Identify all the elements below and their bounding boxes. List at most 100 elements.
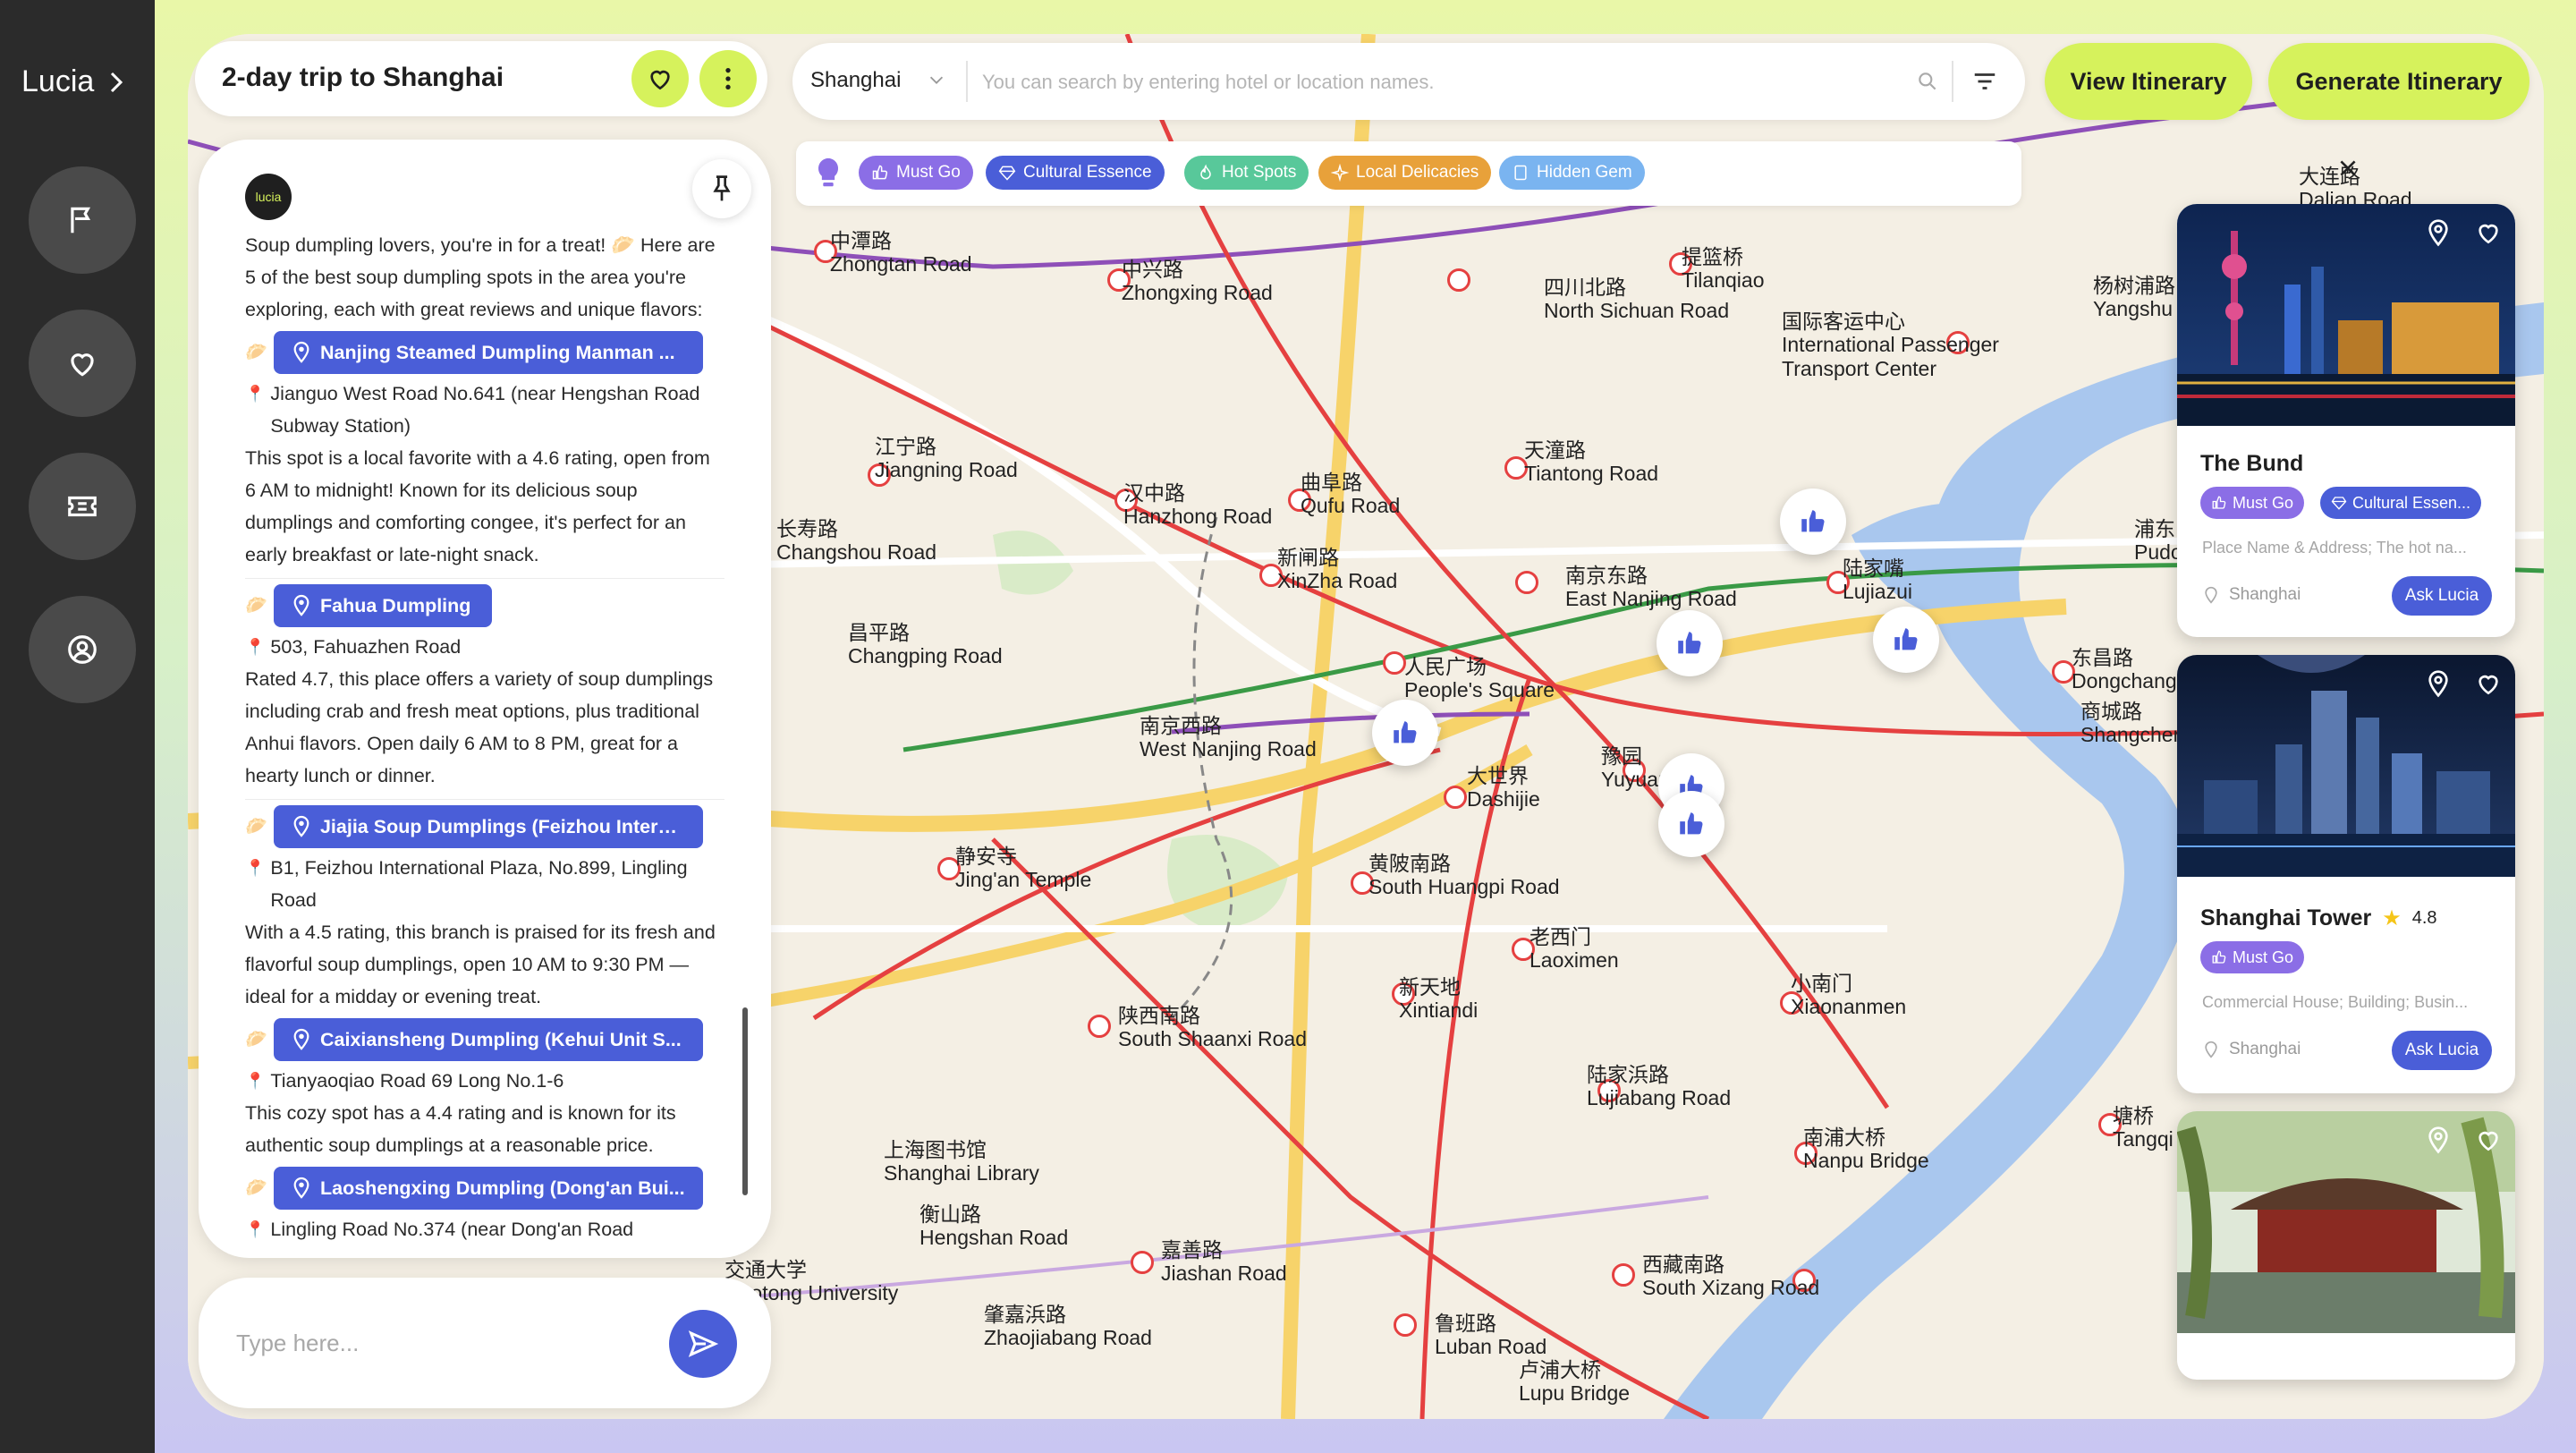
tag-must-go[interactable]: Must Go xyxy=(859,156,973,190)
thumbs-up-icon xyxy=(1801,510,1825,532)
view-itinerary-button[interactable]: View Itinerary xyxy=(2045,43,2252,120)
tickets-nav-button[interactable] xyxy=(29,453,136,560)
metro-station[interactable] xyxy=(1612,1263,1635,1287)
itinerary-nav-button[interactable] xyxy=(29,166,136,274)
brand-name: Lucia xyxy=(21,64,95,98)
ask-lucia-button[interactable]: Ask Lucia xyxy=(2392,1031,2492,1070)
thumbs-up-icon xyxy=(2212,496,2226,509)
map-label: 衡山路 Hengshan Road xyxy=(919,1202,1069,1250)
place-card[interactable]: The Bund Must Go Cultural Essen... Place… xyxy=(2177,204,2515,637)
more-options-button[interactable] xyxy=(699,50,757,107)
card-actions xyxy=(2424,1126,2503,1154)
divider xyxy=(966,61,968,102)
tag-cultural-essence[interactable]: Cultural Essence xyxy=(986,156,1165,190)
card-tags: Must Go Cultural Essen... xyxy=(2200,487,2504,519)
map-label: 昌平路 Changping Road xyxy=(848,621,1003,668)
pin-chat-button[interactable] xyxy=(692,159,751,218)
chat-panel: lucia Soup dumpling lovers, you're in fo… xyxy=(199,140,771,1258)
trip-title: 2-day trip to Shanghai xyxy=(222,63,504,92)
recommendation-marker[interactable] xyxy=(1372,700,1438,766)
divider xyxy=(1952,61,1953,102)
sparkle-icon xyxy=(1331,164,1349,182)
heart-icon[interactable] xyxy=(2474,669,2503,698)
pushpin-icon: 📍 xyxy=(245,638,266,656)
tag-label: Hot Spots xyxy=(1222,163,1297,182)
tag-local-delicacies[interactable]: Local Delicacies xyxy=(1318,156,1492,190)
place-description: This cozy spot has a 4.4 rating and is k… xyxy=(245,1102,676,1156)
map-label: 黄陂南路 South Huangpi Road xyxy=(1368,852,1560,899)
flag-icon xyxy=(71,207,91,234)
metro-station[interactable] xyxy=(1383,651,1406,675)
location-pin-icon xyxy=(2205,586,2217,604)
brand[interactable]: Lucia xyxy=(21,64,124,99)
tag-hidden-gem[interactable]: Hidden Gem xyxy=(1499,156,1645,190)
metro-station[interactable] xyxy=(1447,268,1470,292)
map-label: 老西门 Laoximen xyxy=(1530,925,1619,973)
location-pin-icon xyxy=(293,815,309,837)
place-link-button[interactable]: Fahua Dumpling xyxy=(274,584,492,627)
map-label: 南京东路 East Nanjing Road xyxy=(1565,564,1737,611)
location-pin-icon xyxy=(293,1177,309,1199)
assistant-avatar: lucia xyxy=(245,174,292,220)
search-bar: Shanghai xyxy=(792,43,2025,120)
favorite-trip-button[interactable] xyxy=(631,50,689,107)
generate-itinerary-button[interactable]: Generate Itinerary xyxy=(2268,43,2529,120)
recommendation-marker[interactable] xyxy=(1873,607,1939,673)
location-pin-icon[interactable] xyxy=(2424,1126,2453,1154)
heart-icon[interactable] xyxy=(2474,1126,2503,1154)
location-pin-icon[interactable] xyxy=(2424,669,2453,698)
place-card[interactable] xyxy=(2177,1111,2515,1380)
chat-composer xyxy=(199,1278,771,1408)
place-link-button[interactable]: Jiajia Soup Dumplings (Feizhou Intern... xyxy=(274,805,703,848)
address-text: Lingling Road No.374 (near Dong'an Road xyxy=(270,1219,634,1240)
address-text: Tianyaoqiao Road 69 Long No.1-6 xyxy=(270,1070,564,1092)
place-address: 📍 Jianguo West Road No.641 (near Hengshan… xyxy=(245,378,724,442)
map-label: 汉中路 Hanzhong Road xyxy=(1123,481,1273,529)
heart-icon[interactable] xyxy=(2474,218,2503,247)
place-link-button[interactable]: Nanjing Steamed Dumpling Manman ... xyxy=(274,331,703,374)
card-title-text: The Bund xyxy=(2200,451,2304,476)
pin-icon xyxy=(713,175,731,201)
star-icon: ★ xyxy=(2382,906,2402,930)
message-input[interactable] xyxy=(234,1324,631,1362)
dumpling-icon: 🥟 xyxy=(245,343,267,362)
place-link-button[interactable]: Caixiansheng Dumpling (Kehui Unit S... xyxy=(274,1018,703,1061)
place-name: Fahua Dumpling xyxy=(320,595,471,616)
filter-icon[interactable] xyxy=(1971,68,1998,95)
chat-scrollbar[interactable] xyxy=(742,1007,748,1195)
trip-title-bar: 2-day trip to Shanghai xyxy=(195,41,767,116)
ask-lucia-button[interactable]: Ask Lucia xyxy=(2392,576,2492,616)
place-address: 📍 B1, Feizhou International Plaza, No.899… xyxy=(245,852,724,916)
thumbs-up-icon xyxy=(2212,950,2226,964)
metro-station[interactable] xyxy=(1088,1015,1111,1038)
map-label: 嘉善路 Jiashan Road xyxy=(1161,1238,1287,1286)
metro-station[interactable] xyxy=(1394,1313,1417,1337)
send-button[interactable] xyxy=(669,1310,737,1378)
map-label: 西藏南路 South Xizang Road xyxy=(1642,1253,1820,1300)
city-select[interactable]: Shanghai xyxy=(810,68,901,93)
location-pin-icon[interactable] xyxy=(2424,218,2453,247)
map-label: 浦东 Pudo xyxy=(2134,517,2182,565)
chevron-down-icon[interactable] xyxy=(927,70,946,89)
tag-must-go: Must Go xyxy=(2200,487,2305,519)
recommendation-marker[interactable] xyxy=(1658,791,1724,857)
place-card[interactable]: Shanghai Tower ★ 4.8 Must Go Commercial … xyxy=(2177,655,2515,1093)
metro-station[interactable] xyxy=(1131,1251,1154,1274)
favorites-nav-button[interactable] xyxy=(29,310,136,417)
place-link-button[interactable]: Laoshengxing Dumpling (Dong'an Bui... xyxy=(274,1167,703,1210)
search-icon[interactable] xyxy=(1916,70,1939,93)
dumpling-icon: 🥟 xyxy=(245,817,267,837)
metro-station[interactable] xyxy=(1515,571,1538,594)
dumpling-icon: 🥟 xyxy=(245,1030,267,1049)
search-input[interactable] xyxy=(980,63,1896,102)
profile-nav-button[interactable] xyxy=(29,596,136,703)
map-label: 新闸路 XinZha Road xyxy=(1277,546,1398,593)
close-cards-button[interactable] xyxy=(2330,150,2366,186)
card-title-text: Shanghai Tower xyxy=(2200,905,2372,930)
place-description: With a 4.5 rating, this branch is praise… xyxy=(245,922,716,1007)
tag-hot-spots[interactable]: Hot Spots xyxy=(1184,156,1309,190)
location-pin-icon xyxy=(293,341,309,363)
recommendation-marker[interactable] xyxy=(1780,489,1846,555)
recommendation-marker[interactable] xyxy=(1657,610,1723,676)
metro-station[interactable] xyxy=(1444,786,1467,809)
